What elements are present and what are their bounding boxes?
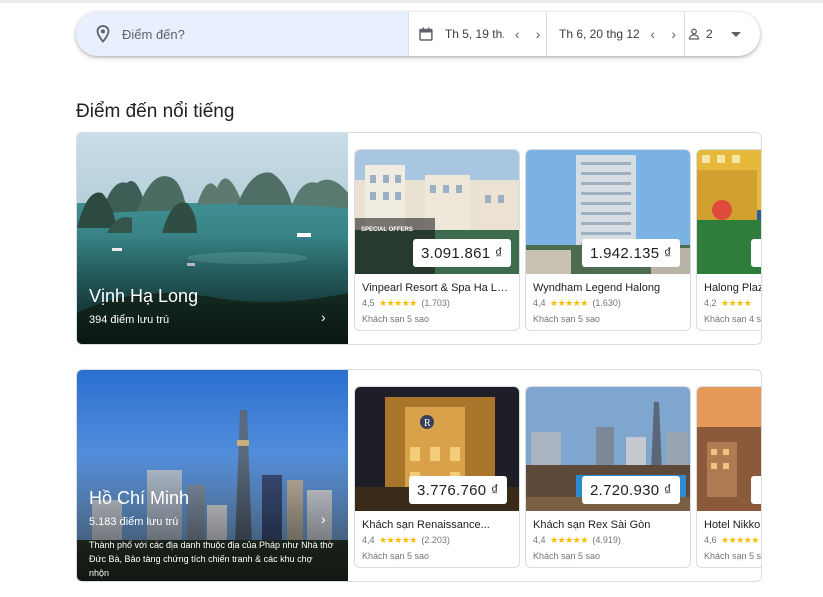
- rating-score: 4,5: [362, 298, 375, 308]
- star-rating-icon: ★★★★★: [721, 535, 759, 545]
- chevron-right-icon[interactable]: ›: [321, 511, 326, 527]
- price-badge: 2.720.930 ₫: [582, 476, 680, 504]
- checkin-date-text: Th 5, 19 th...: [444, 27, 504, 41]
- hotel-card[interactable]: SPECIAL OFFERS 3.091.861 ₫ Vinpearl Reso…: [354, 149, 520, 331]
- star-rating-icon: ★★★★★: [379, 298, 417, 308]
- destination-name: Vịnh Hạ Long: [89, 286, 199, 306]
- hotel-name: Wyndham Legend Halong: [533, 282, 661, 294]
- review-count: (1.630): [592, 298, 621, 308]
- hotel-class: Khách sạn 5 sao: [362, 314, 430, 324]
- hotel-rating: 4,4 ★★★★★ (2.203): [362, 535, 450, 546]
- price-badge: 3.091.861 ₫: [413, 239, 511, 267]
- destination-count: 5.183 điểm lưu trú: [89, 516, 179, 528]
- hotel-class: Khách sạn 5 sao: [704, 551, 762, 561]
- person-icon: [688, 28, 700, 40]
- hotel-class: Khách sạn 5 sao: [533, 551, 601, 561]
- destination-description: Thành phố với các địa danh thuộc địa của…: [89, 540, 334, 578]
- destination-input[interactable]: Điểm đến?: [76, 12, 408, 56]
- checkout-prev-icon[interactable]: ‹: [645, 26, 661, 42]
- hotel-name: Vinpearl Resort & Spa Ha Long: [362, 282, 514, 294]
- hotel-rating: 4,5 ★★★★★ (1.703): [362, 298, 450, 309]
- hotel-class: Khách sạn 5 sao: [533, 314, 601, 324]
- top-divider: [0, 0, 823, 3]
- price-badge: 1.942.135 ₫: [582, 239, 680, 267]
- price-badge: [751, 239, 761, 267]
- checkout-next-icon[interactable]: ›: [666, 26, 682, 42]
- destination-hero[interactable]: Vịnh Hạ Long 394 điểm lưu trú ›: [77, 133, 348, 344]
- destination-count: 394 điểm lưu trú: [89, 314, 170, 326]
- hotel-name: Hotel Nikko S: [704, 519, 761, 531]
- hotel-rating: 4,4 ★★★★★ (1.630): [533, 298, 621, 309]
- checkin-prev-icon[interactable]: ‹: [509, 26, 525, 42]
- review-count: (1.703): [421, 298, 450, 308]
- destination-card-ha-long[interactable]: Vịnh Hạ Long 394 điểm lưu trú › SPECIAL …: [76, 132, 762, 345]
- checkout-date-text: Th 6, 20 thg 12: [559, 27, 640, 41]
- hotel-name: Halong Plaza: [704, 282, 761, 294]
- hotel-card[interactable]: R 3.776.760 ₫ Khách sạn Renaissance... 4…: [354, 386, 520, 568]
- price-badge: [751, 476, 761, 504]
- destination-name: Hồ Chí Minh: [89, 488, 190, 508]
- destination-card-ho-chi-minh[interactable]: Hồ Chí Minh 5.183 điểm lưu trú › Thành p…: [76, 369, 762, 582]
- hotel-card[interactable]: 2.720.930 ₫ Khách sạn Rex Sài Gòn 4,4 ★★…: [525, 386, 691, 568]
- checkin-next-icon[interactable]: ›: [530, 26, 546, 42]
- rating-score: 4,4: [362, 535, 375, 545]
- star-rating-icon: ★★★★★: [550, 298, 588, 308]
- checkin-date-field[interactable]: Th 5, 19 th... ‹ ›: [408, 12, 547, 56]
- rating-score: 4,4: [533, 298, 546, 308]
- hotel-name: Khách sạn Renaissance...: [362, 519, 490, 531]
- hotel-class: Khách sạn 4 sao: [704, 314, 762, 324]
- calendar-icon: [419, 27, 433, 41]
- hotel-card[interactable]: Hotel Nikko S 4,6 ★★★★★ Khách sạn 5 sao: [696, 386, 762, 568]
- hotel-class: Khách sạn 5 sao: [362, 551, 430, 561]
- price-badge: 3.776.760 ₫: [409, 476, 507, 504]
- hotel-rating: 4,4 ★★★★★ (4.919): [533, 535, 621, 546]
- location-pin-icon: [96, 25, 110, 43]
- star-rating-icon: ★★★★★: [550, 535, 588, 545]
- search-bar: Điểm đến? Th 5, 19 th... ‹ › Th 6, 20 th…: [76, 12, 760, 56]
- hotel-name: Khách sạn Rex Sài Gòn: [533, 519, 651, 531]
- checkout-date-field[interactable]: Th 6, 20 thg 12 ‹ ›: [547, 12, 685, 56]
- hotel-card[interactable]: Halong Plaza 4,2 ★★★★ Khách sạn 4 sao: [696, 149, 762, 331]
- svg-text:R: R: [424, 418, 431, 429]
- hotel-card[interactable]: 1.942.135 ₫ Wyndham Legend Halong 4,4 ★★…: [525, 149, 691, 331]
- rating-score: 4,4: [533, 535, 546, 545]
- chevron-down-icon: [730, 31, 741, 37]
- destination-placeholder: Điểm đến?: [122, 26, 185, 42]
- section-title: Điểm đến nổi tiếng: [76, 101, 235, 122]
- rating-score: 4,2: [704, 298, 717, 308]
- destination-hero[interactable]: Hồ Chí Minh 5.183 điểm lưu trú › Thành p…: [77, 370, 348, 581]
- guests-selector[interactable]: 2: [688, 12, 741, 56]
- star-rating-icon: ★★★★★: [379, 535, 417, 545]
- hotel-rating: 4,2 ★★★★: [704, 298, 753, 309]
- star-rating-icon: ★★★★: [721, 298, 752, 308]
- rating-score: 4,6: [704, 535, 717, 545]
- svg-text:SPECIAL OFFERS: SPECIAL OFFERS: [361, 227, 413, 233]
- review-count: (2.203): [421, 535, 450, 545]
- hotel-rating: 4,6 ★★★★★: [704, 535, 761, 546]
- chevron-right-icon[interactable]: ›: [321, 309, 326, 325]
- review-count: (4.919): [592, 535, 621, 545]
- guests-count: 2: [706, 27, 713, 41]
